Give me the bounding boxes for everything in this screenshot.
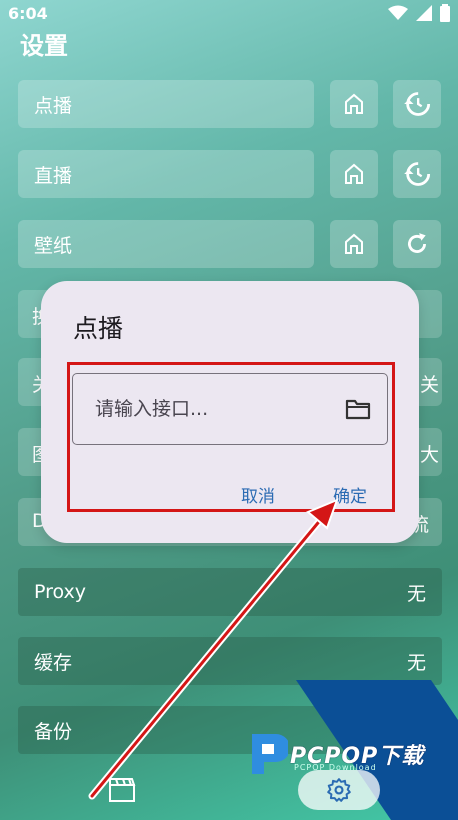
- row-label: 点播: [34, 94, 73, 117]
- refresh-icon: [408, 233, 426, 253]
- home-icon: [345, 163, 363, 184]
- live-home-button[interactable]: [330, 150, 378, 198]
- history-icon: [404, 92, 431, 116]
- dialog-title: 点播: [73, 314, 124, 343]
- wallpaper-source-field[interactable]: 壁纸: [18, 220, 314, 268]
- proxy-row[interactable]: Proxy 无: [18, 568, 442, 616]
- cancel-button[interactable]: 取消: [241, 482, 275, 507]
- home-icon: [345, 93, 363, 114]
- live-source-field[interactable]: 直播: [18, 150, 314, 198]
- folder-icon[interactable]: [345, 398, 371, 420]
- row-label: 直播: [34, 164, 73, 187]
- vod-home-button[interactable]: [330, 80, 378, 128]
- nav-vod-tab[interactable]: [100, 770, 144, 810]
- dialog-actions: 取消 确定: [241, 482, 367, 507]
- vod-history-button[interactable]: [393, 80, 441, 128]
- cache-label: 缓存: [34, 651, 73, 674]
- vod-source-dialog: 点播 取消 确定: [41, 281, 419, 543]
- row-label: 壁纸: [34, 234, 73, 257]
- wallpaper-refresh-button[interactable]: [393, 220, 441, 268]
- status-icons: [388, 4, 450, 22]
- page-title: 设置: [20, 32, 68, 60]
- wallpaper-home-button[interactable]: [330, 220, 378, 268]
- nav-settings-tab[interactable]: [298, 770, 380, 810]
- cache-value: 无: [406, 651, 426, 674]
- confirm-button[interactable]: 确定: [333, 482, 367, 507]
- bottom-nav: [0, 760, 458, 820]
- status-bar: 6:04: [0, 0, 458, 28]
- backup-label: 备份: [34, 720, 73, 743]
- clapperboard-icon: [109, 778, 136, 802]
- wifi-icon: [388, 5, 408, 20]
- home-icon: [345, 233, 363, 254]
- proxy-value: 无: [406, 582, 426, 605]
- vod-source-field[interactable]: 点播: [18, 80, 314, 128]
- live-history-button[interactable]: [393, 150, 441, 198]
- cache-row[interactable]: 缓存 无: [18, 637, 442, 685]
- api-input-box[interactable]: [72, 373, 388, 445]
- gear-icon: [327, 778, 351, 802]
- signal-icon: [416, 5, 432, 21]
- row-5-peek-value: 关: [420, 374, 440, 396]
- api-input[interactable]: [93, 397, 337, 421]
- history-icon: [404, 162, 431, 186]
- row-6-peek-value: 大: [420, 444, 440, 466]
- battery-icon: [440, 4, 450, 22]
- proxy-label: Proxy: [34, 581, 87, 603]
- status-time: 6:04: [8, 4, 48, 23]
